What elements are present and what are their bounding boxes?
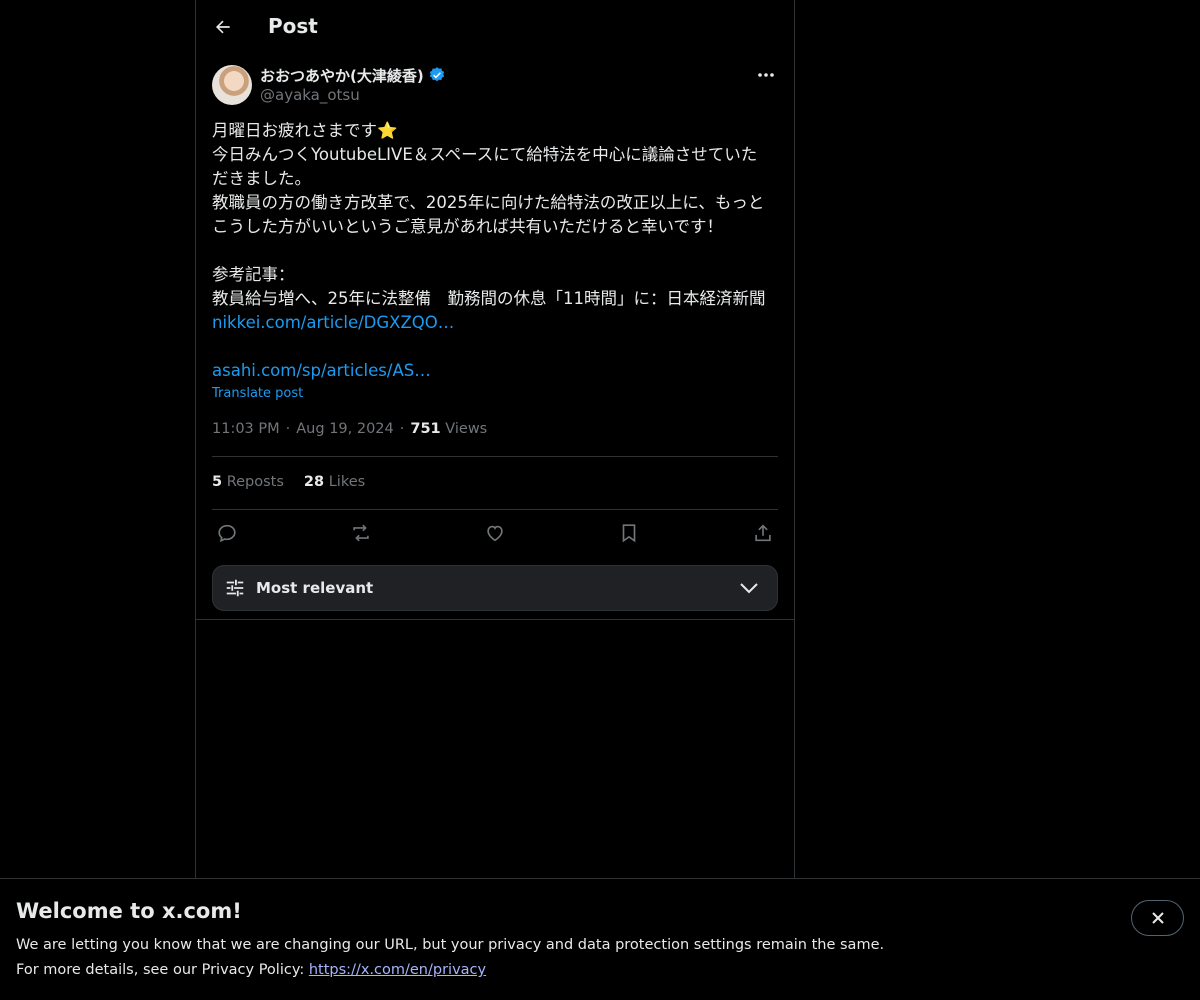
author-handle[interactable]: @ayaka_otsu (260, 86, 360, 104)
sliders-icon (226, 579, 244, 597)
likes-stat[interactable]: 28 Likes (304, 474, 365, 490)
primary-column: Post おおつあやか(大津綾香) @ayaka_otsu 月曜日お疲れさまです… (195, 0, 795, 878)
post-meta: 11:03 PM · Aug 19, 2024 · 751 Views (212, 421, 487, 437)
post-text-line: だきました。 (212, 169, 311, 188)
like-button[interactable] (482, 520, 508, 546)
reply-icon (218, 524, 236, 543)
repost-button[interactable] (348, 520, 374, 546)
repost-icon (353, 524, 369, 542)
page-title: Post (268, 14, 318, 38)
more-options-button[interactable] (754, 65, 778, 85)
post-text-blank-line (212, 239, 782, 263)
reposts-count: 5 (212, 474, 223, 490)
banner-privacy-text: For more details, see our Privacy Policy… (16, 962, 486, 978)
post-date[interactable]: Aug 19, 2024 (296, 421, 394, 437)
more-horizontal-icon (758, 73, 774, 77)
author-name-row: おおつあやか(大津綾香) (260, 65, 446, 85)
verified-badge-icon (429, 67, 444, 82)
arrow-left-icon (216, 20, 230, 34)
translate-post-link[interactable]: Translate post (212, 386, 303, 401)
post-text-line: 参考記事： (212, 265, 295, 284)
post-text-blank-line (212, 335, 782, 359)
like-icon (487, 525, 503, 542)
privacy-policy-link[interactable]: https://x.com/en/privacy (309, 962, 486, 978)
nikkei-article-link[interactable]: nikkei.com/article/DGXZQO… (212, 313, 454, 332)
welcome-banner: Welcome to x.com! We are letting you kno… (0, 878, 1200, 1000)
post-time[interactable]: 11:03 PM (212, 421, 280, 437)
bookmark-button[interactable] (616, 520, 642, 546)
post-views: 751 Views (410, 421, 487, 437)
post-actions (212, 520, 778, 546)
reposts-label: Reposts (226, 474, 284, 490)
chevron-down-icon (740, 583, 758, 594)
banner-privacy-prefix: For more details, see our Privacy Policy… (16, 962, 309, 978)
banner-title: Welcome to x.com! (16, 899, 242, 923)
divider (212, 509, 778, 510)
reply-button[interactable] (214, 520, 240, 546)
meta-separator: · (285, 421, 291, 437)
share-button[interactable] (750, 520, 776, 546)
share-icon (755, 524, 771, 542)
views-count: 751 (410, 421, 441, 437)
bookmark-icon (622, 524, 636, 543)
column-bottom-divider (196, 619, 795, 620)
post-text-line: こうした方がいいというご意見があれば共有いただけると幸いです！ (212, 217, 724, 236)
reply-sort-dropdown[interactable]: Most relevant (212, 565, 778, 611)
author-name[interactable]: おおつあやか(大津綾香) (260, 65, 424, 86)
views-label: Views (445, 421, 488, 437)
divider (212, 456, 778, 457)
likes-label: Likes (328, 474, 366, 490)
post-author: おおつあやか(大津綾香) @ayaka_otsu (212, 65, 778, 107)
banner-message: We are letting you know that we are chan… (16, 937, 885, 953)
post-stats: 5 Reposts 28 Likes (212, 474, 365, 490)
post-header: Post (196, 0, 795, 54)
meta-separator: · (399, 421, 405, 437)
post-text-line: 教職員の方の働き方改革で、2025年に向けた給特法の改正以上に、もっと (212, 193, 765, 212)
avatar[interactable] (212, 65, 252, 105)
likes-count: 28 (303, 474, 325, 490)
back-button[interactable] (206, 10, 240, 44)
banner-close-button[interactable] (1131, 900, 1184, 936)
sort-label: Most relevant (256, 579, 374, 597)
close-icon (1151, 912, 1164, 924)
post-text-line: 月曜日お疲れさまです⭐ (212, 121, 398, 140)
asahi-article-link[interactable]: asahi.com/sp/articles/AS… (212, 361, 431, 380)
post-text-line: 今日みんつくYoutubeLIVE＆スペースにて給特法を中心に議論させていた (212, 145, 758, 164)
post-text: 月曜日お疲れさまです⭐ 今日みんつくYoutubeLIVE＆スペースにて給特法を… (212, 119, 782, 383)
post-text-line: 教員給与増へ、25年に法整備 勤務間の休息「11時間」に：日本経済新聞 (212, 289, 766, 308)
reposts-stat[interactable]: 5 Reposts (212, 474, 284, 490)
